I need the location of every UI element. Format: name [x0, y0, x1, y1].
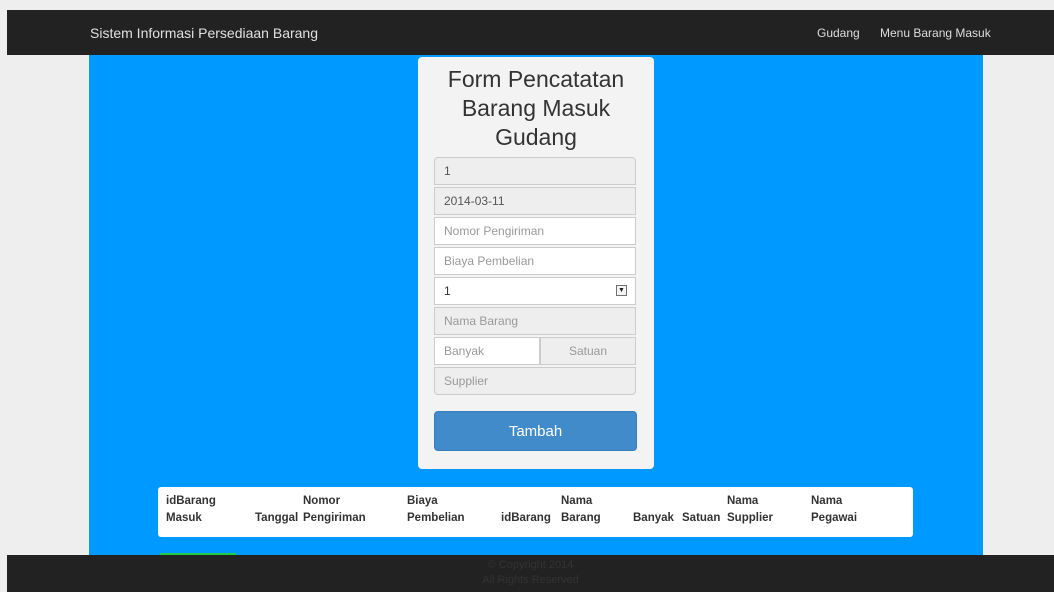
id-barang-select-value: 1: [444, 284, 451, 298]
supplier-field[interactable]: Supplier: [434, 367, 636, 395]
banyak-input[interactable]: Banyak: [434, 337, 540, 365]
col-header-tanggal: Tanggal: [255, 512, 299, 524]
col-header-banyak: Banyak: [633, 512, 674, 524]
col-header-nama-supplier: Nama Supplier: [727, 495, 774, 524]
tanggal-field[interactable]: 2014-03-11: [434, 187, 636, 215]
col-header-nomor-pengiriman: Nomor Pengiriman: [303, 495, 366, 524]
nav-link-gudang[interactable]: Gudang: [817, 26, 860, 40]
top-navbar: Sistem Informasi Persediaan Barang Gudan…: [7, 10, 1054, 55]
satuan-field[interactable]: Satuan: [540, 337, 636, 365]
col-header-nama-barang: Nama Barang: [561, 495, 601, 524]
copyright-text: © Copyright 2014: [487, 559, 574, 571]
table-header-row: idBarang Masuk Tanggal Nomor Pengiriman …: [158, 487, 891, 532]
table-header: idBarang Masuk Tanggal Nomor Pengiriman …: [158, 487, 891, 532]
app-brand[interactable]: Sistem Informasi Persediaan Barang: [90, 25, 318, 41]
rights-text: All Rights Reserved: [482, 574, 579, 586]
col-header-biaya-pembelian: Biaya Pembelian: [407, 495, 465, 524]
form-title-line: Barang Masuk: [461, 95, 611, 121]
tambah-button[interactable]: Tambah: [434, 411, 637, 451]
col-header-idbarang: idBarang: [501, 512, 551, 524]
barang-masuk-table: idBarang Masuk Tanggal Nomor Pengiriman …: [158, 487, 913, 537]
chevron-down-icon[interactable]: ▼: [616, 285, 627, 296]
form-title-line: Gudang: [495, 124, 577, 150]
nomor-pengiriman-input[interactable]: Nomor Pengiriman: [434, 217, 636, 245]
nama-barang-field[interactable]: Nama Barang: [434, 307, 636, 335]
form-card: Form Pencatatan Barang Masuk Gudang 1 20…: [418, 57, 654, 469]
col-header-idbarang-masuk: idBarang Masuk: [166, 495, 216, 524]
col-header-nama-pegawai: Nama Pegawai: [811, 495, 858, 524]
nav-link-menu-barang-masuk[interactable]: Menu Barang Masuk: [880, 26, 991, 40]
form-title-line: Form Pencatatan: [447, 66, 625, 92]
footer: © Copyright 2014 All Rights Reserved: [7, 555, 1054, 592]
id-barang-masuk-field[interactable]: 1: [434, 157, 636, 185]
biaya-pembelian-input[interactable]: Biaya Pembelian: [434, 247, 636, 275]
form-title: Form Pencatatan Barang Masuk Gudang: [418, 65, 654, 152]
col-header-satuan: Satuan: [682, 512, 721, 524]
id-barang-select[interactable]: 1 ▼: [434, 277, 636, 305]
